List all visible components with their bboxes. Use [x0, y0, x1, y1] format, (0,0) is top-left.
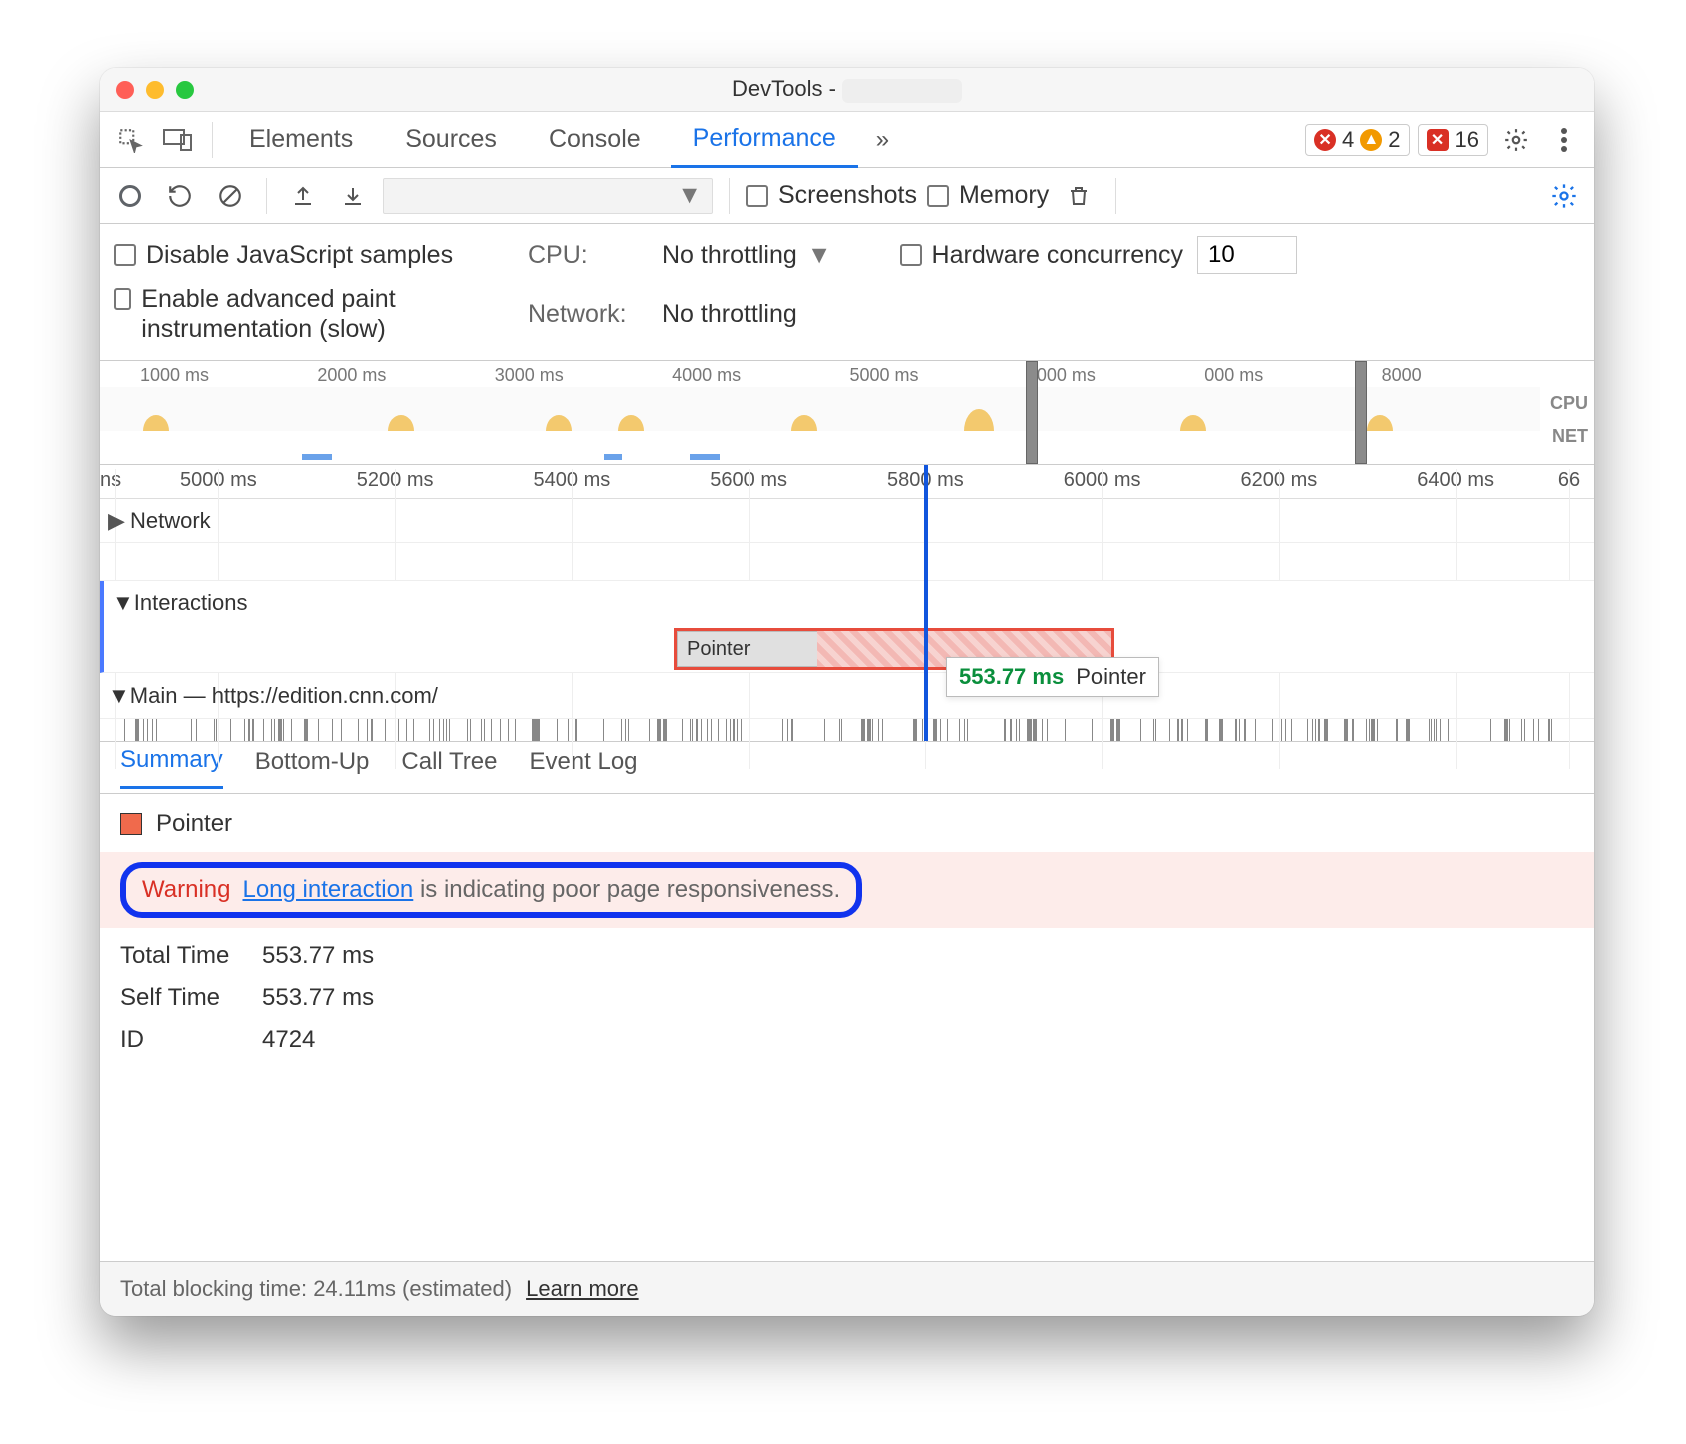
summary-panel: Pointer Warning Long interaction is indi… — [100, 794, 1594, 1261]
interaction-tooltip: 553.77 ms Pointer — [946, 657, 1159, 697]
network-label: Network: — [528, 300, 648, 329]
overview-cpu-chart — [100, 387, 1540, 431]
capture-settings-panel: Disable JavaScript samples CPU: No throt… — [100, 224, 1594, 361]
tbt-text: Total blocking time: 24.11ms (estimated) — [120, 1276, 512, 1302]
reload-record-icon[interactable] — [160, 176, 200, 216]
cpu-label: CPU: — [528, 241, 648, 270]
hardware-concurrency-input[interactable] — [1197, 236, 1297, 274]
memory-checkbox[interactable]: Memory — [927, 181, 1049, 210]
overview-net-label: NET — [1550, 426, 1588, 447]
main-thread-track[interactable]: ▼ Main — https://edition.cnn.com/ — [100, 673, 1594, 719]
overview-strip[interactable]: 1000 ms 2000 ms 3000 ms 4000 ms 5000 ms … — [100, 361, 1594, 465]
total-time-row: Total Time 553.77 ms — [120, 942, 1574, 970]
capture-settings-icon[interactable] — [1544, 176, 1584, 216]
detail-tab-summary[interactable]: Summary — [120, 746, 223, 789]
chevron-down-icon: ▼ — [112, 590, 134, 616]
enable-paint-instrumentation-checkbox[interactable]: Enable advanced paint instrumentation (s… — [114, 284, 514, 344]
issues-icon: ✕ — [1427, 129, 1449, 151]
warning-count: 2 — [1388, 127, 1400, 153]
settings-gear-icon[interactable] — [1496, 120, 1536, 160]
error-count: 4 — [1342, 127, 1354, 153]
overview-cpu-label: CPU — [1550, 393, 1588, 414]
overview-handle-right[interactable] — [1355, 361, 1367, 464]
hardware-concurrency-checkbox[interactable]: Hardware concurrency — [900, 241, 1184, 270]
clear-icon[interactable] — [210, 176, 250, 216]
detail-tabs: Summary Bottom-Up Call Tree Event Log — [100, 742, 1594, 794]
chevron-down-icon: ▼ — [108, 683, 130, 709]
warning-band: Warning Long interaction is indicating p… — [100, 852, 1594, 928]
event-title: Pointer — [156, 810, 232, 838]
id-row: ID 4724 — [120, 1026, 1574, 1054]
chevron-right-icon: ▶ — [108, 508, 124, 534]
garbage-collect-icon[interactable] — [1059, 176, 1099, 216]
cpu-throttle-select[interactable]: No throttling▼ — [662, 241, 832, 270]
overview-handle-left[interactable] — [1026, 361, 1038, 464]
long-interaction-link[interactable]: Long interaction — [242, 876, 413, 903]
highlight-annotation: Warning Long interaction is indicating p… — [120, 862, 862, 918]
more-tabs-icon[interactable]: » — [876, 126, 889, 154]
warning-text: is indicating poor page responsiveness. — [413, 876, 840, 903]
overview-net-chart — [100, 454, 1540, 460]
disable-js-samples-checkbox[interactable]: Disable JavaScript samples — [114, 241, 453, 270]
profile-select[interactable]: ▼ — [383, 178, 713, 214]
detail-tab-eventlog[interactable]: Event Log — [529, 748, 637, 788]
footer-bar: Total blocking time: 24.11ms (estimated)… — [100, 1261, 1594, 1316]
detail-tab-bottomup[interactable]: Bottom-Up — [255, 748, 370, 788]
screenshots-checkbox[interactable]: Screenshots — [746, 181, 917, 210]
self-time-row: Self Time 553.77 ms — [120, 984, 1574, 1012]
tab-elements[interactable]: Elements — [227, 113, 375, 166]
download-profile-icon[interactable] — [333, 176, 373, 216]
network-throttle-select[interactable]: No throttling — [662, 300, 797, 329]
flamechart-area[interactable]: ns 5000 ms 5200 ms 5400 ms 5600 ms 5800 … — [100, 465, 1594, 742]
pointer-swatch — [120, 813, 142, 835]
upload-profile-icon[interactable] — [283, 176, 323, 216]
more-menu-icon[interactable] — [1544, 120, 1584, 160]
playhead[interactable] — [924, 465, 928, 741]
issues-badge[interactable]: ✕ 16 — [1418, 124, 1488, 156]
record-button[interactable] — [110, 176, 150, 216]
window-title: DevTools - — [100, 76, 1594, 102]
device-toolbar-icon[interactable] — [158, 120, 198, 160]
tab-console[interactable]: Console — [527, 113, 663, 166]
timeline-ruler: ns 5000 ms 5200 ms 5400 ms 5600 ms 5800 … — [100, 465, 1594, 499]
detail-tab-calltree[interactable]: Call Tree — [401, 748, 497, 788]
inspect-element-icon[interactable] — [110, 120, 150, 160]
overview-ticks: 1000 ms 2000 ms 3000 ms 4000 ms 5000 ms … — [100, 361, 1594, 386]
record-toolbar: ▼ Screenshots Memory — [100, 168, 1594, 224]
console-errors-badge[interactable]: ✕ 4 ▲ 2 — [1305, 124, 1410, 156]
tab-performance[interactable]: Performance — [671, 112, 858, 168]
titlebar: DevTools - — [100, 68, 1594, 112]
warning-label: Warning — [142, 876, 230, 904]
issues-count: 16 — [1455, 127, 1479, 153]
error-icon: ✕ — [1314, 129, 1336, 151]
devtools-tabbar: Elements Sources Console Performance » ✕… — [100, 112, 1594, 168]
network-track[interactable]: ▶ Network — [100, 499, 1594, 543]
warning-icon: ▲ — [1360, 129, 1382, 151]
interactions-track[interactable]: ▼ Interactions Pointer — [100, 581, 1594, 673]
tab-sources[interactable]: Sources — [383, 113, 519, 166]
learn-more-link[interactable]: Learn more — [526, 1276, 639, 1302]
main-thread-ticks — [100, 719, 1594, 741]
